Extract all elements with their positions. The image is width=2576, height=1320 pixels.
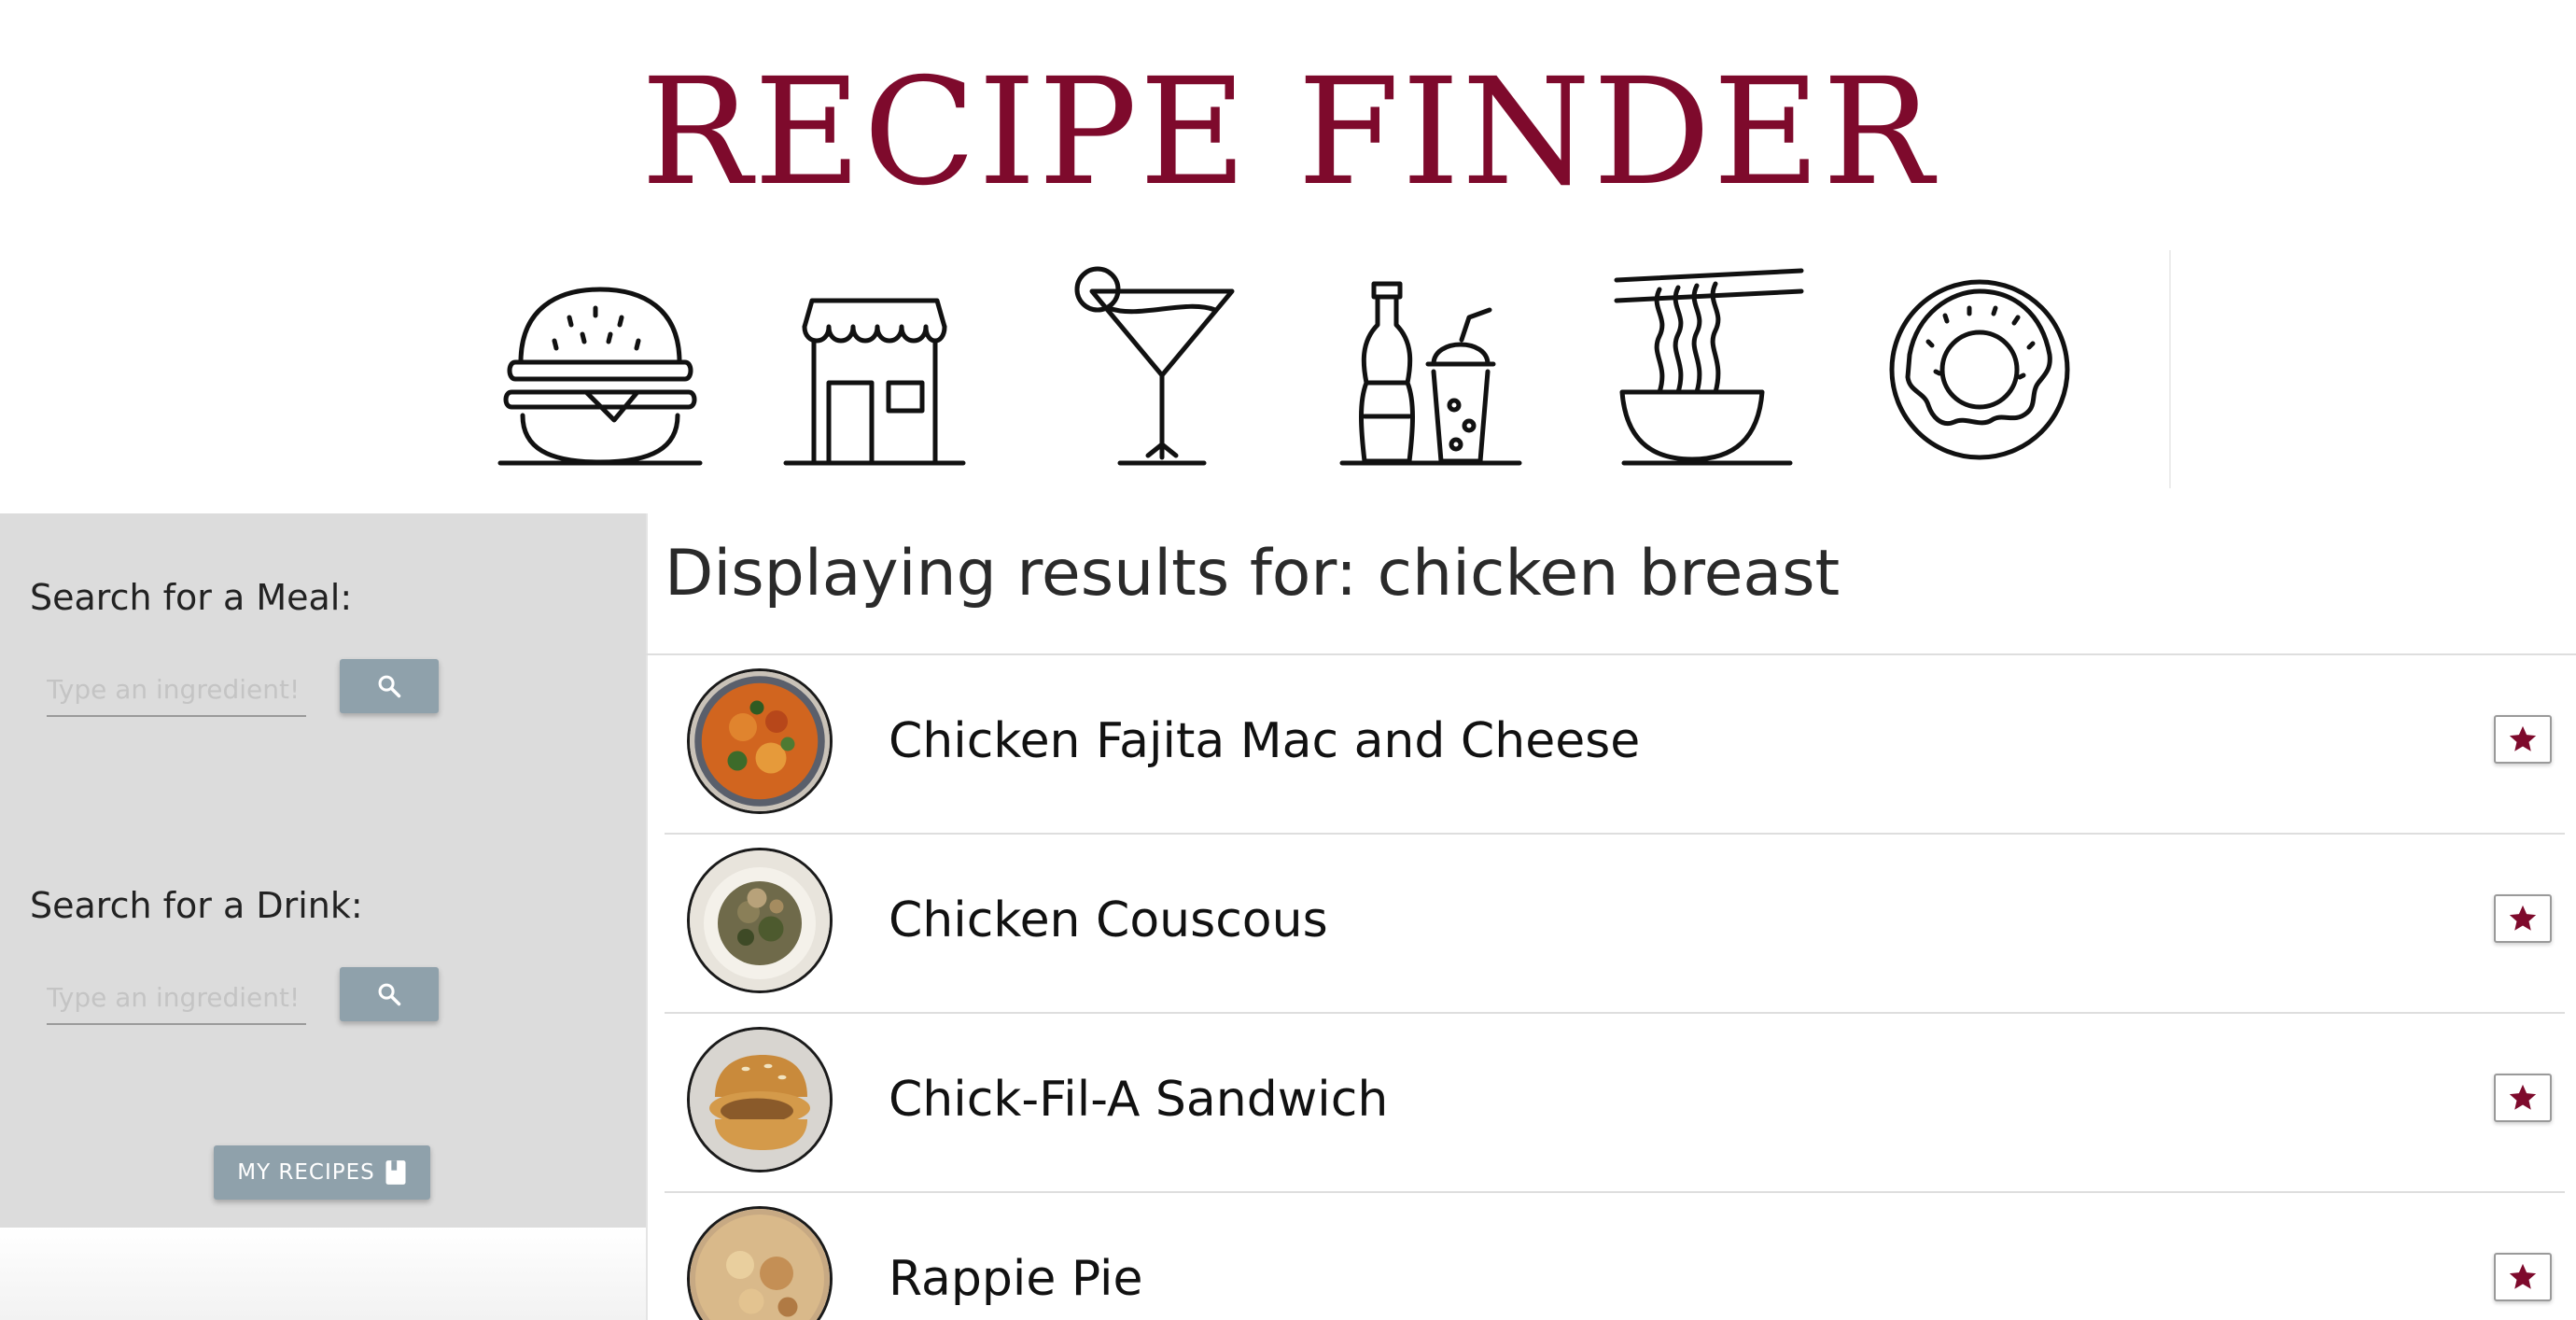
recipe-name[interactable]: Chick-Fil-A Sandwich xyxy=(889,1066,1388,1133)
drink-search-button[interactable] xyxy=(340,967,439,1021)
favorite-button[interactable] xyxy=(2494,1253,2552,1301)
star-icon xyxy=(2509,1084,2537,1110)
header-icon-row xyxy=(0,252,2576,476)
results-border xyxy=(646,513,648,1320)
storefront-icon xyxy=(767,252,982,476)
recipe-name[interactable]: Chicken Couscous xyxy=(889,887,1328,954)
page: RECIPE FINDER Search for a Meal: Type an… xyxy=(0,0,2576,1320)
meal-search-input[interactable] xyxy=(47,663,306,717)
recipe-thumbnail[interactable] xyxy=(687,668,833,814)
favorite-button[interactable] xyxy=(2494,894,2552,943)
burger-icon xyxy=(493,252,707,476)
header-divider xyxy=(2169,250,2171,488)
sidebar: Search for a Meal: Search for a Drink: xyxy=(0,513,646,1228)
recipe-row[interactable]: Chicken Fajita Mac and Cheese xyxy=(665,655,2565,835)
favorite-button[interactable] xyxy=(2494,715,2552,764)
recipe-thumbnail[interactable] xyxy=(687,1206,833,1320)
app-title: RECIPE FINDER xyxy=(640,47,1936,218)
search-icon xyxy=(378,675,401,698)
meal-search-button[interactable] xyxy=(340,659,439,713)
search-icon xyxy=(378,983,401,1006)
soda-drinks-icon xyxy=(1323,252,1538,476)
my-recipes-button[interactable]: MY RECIPES xyxy=(214,1145,430,1200)
drink-search-label: Search for a Drink: xyxy=(30,885,363,926)
favorite-button[interactable] xyxy=(2494,1074,2552,1122)
book-icon xyxy=(385,1160,406,1185)
recipe-thumbnail[interactable] xyxy=(687,848,833,993)
noodle-bowl-icon xyxy=(1603,252,1818,476)
recipe-row[interactable]: Chicken Couscous xyxy=(665,835,2565,1014)
recipe-thumbnail[interactable] xyxy=(687,1027,833,1173)
recipe-row[interactable]: Rappie Pie xyxy=(665,1193,2565,1320)
star-icon xyxy=(2509,725,2537,751)
drink-search-input[interactable] xyxy=(47,971,306,1025)
results-heading: Displaying results for: chicken breast xyxy=(665,537,1841,611)
recipe-name[interactable]: Chicken Fajita Mac and Cheese xyxy=(889,708,1640,775)
recipe-row[interactable]: Chick-Fil-A Sandwich xyxy=(665,1014,2565,1193)
star-icon xyxy=(2509,1263,2537,1289)
cocktail-icon xyxy=(1055,252,1269,476)
recipe-name[interactable]: Rappie Pie xyxy=(889,1245,1143,1313)
meal-search-label: Search for a Meal: xyxy=(30,577,353,618)
donut-icon xyxy=(1872,252,2087,476)
sidebar-footer-area xyxy=(0,1228,646,1320)
my-recipes-label: MY RECIPES xyxy=(237,1160,375,1185)
star-icon xyxy=(2509,905,2537,931)
